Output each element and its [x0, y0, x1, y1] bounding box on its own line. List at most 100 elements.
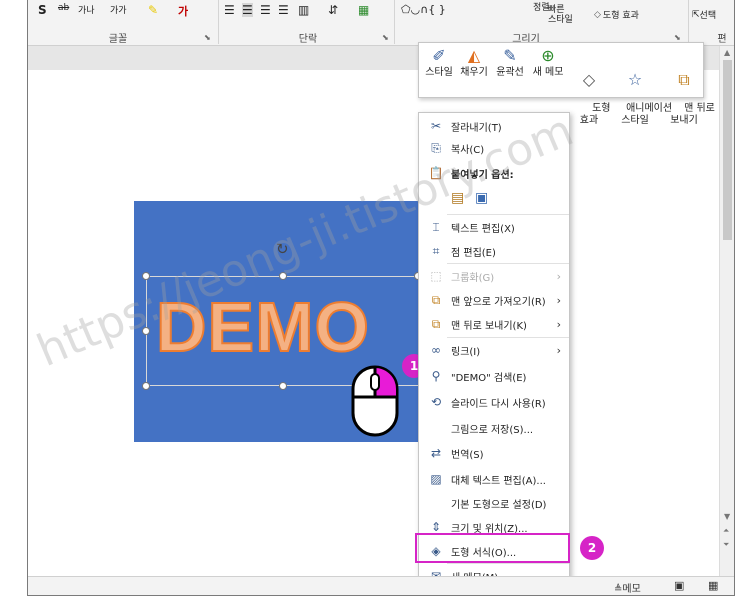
send-to-back-button[interactable]: ⧉ 맨 뒤로 보내기	[665, 45, 715, 139]
new-comment-icon: ⊕	[541, 46, 555, 65]
mouse-icon	[351, 365, 399, 437]
group-separator	[688, 0, 689, 44]
menu-item-search[interactable]: ⚲ "DEMO" 검색(E)	[419, 366, 569, 386]
menu-item-label: 번역(S)	[451, 449, 484, 461]
justify-icon[interactable]: ☰	[278, 3, 289, 17]
shapes-gallery-icon[interactable]: ⬠◡∩{ }	[401, 3, 446, 16]
menu-item-translate[interactable]: ⇄ 번역(S)	[419, 443, 569, 463]
animation-styles-button[interactable]: ☆ 애니메이션 스타일	[607, 45, 672, 139]
new-comment-label: 새 메모	[532, 67, 564, 78]
menu-item-edit-text[interactable]: ⌶ 텍스트 편집(X)	[419, 217, 569, 237]
menu-item-bring-to-front[interactable]: ⧉ 맨 앞으로 가져오기(R) ›	[419, 290, 569, 310]
menu-item-label: 링크(I)	[451, 346, 481, 358]
link-icon: ∞	[431, 343, 441, 357]
font-color-button[interactable]: 가	[178, 3, 188, 19]
resize-handle[interactable]	[279, 272, 287, 280]
scissors-icon: ✂	[430, 119, 442, 133]
columns-icon[interactable]: ▥	[298, 3, 309, 17]
animation-icon: ☆	[627, 70, 643, 89]
menu-item-edit-alt-text[interactable]: ▨ 대체 텍스트 편집(A)...	[419, 469, 569, 489]
menu-separator	[447, 214, 569, 215]
menu-item-label: 기본 도형으로 설정(D)	[451, 499, 547, 511]
shape-effects-button[interactable]: ◇ 도형 효과	[594, 8, 639, 22]
text-direction-icon[interactable]: ⇵	[328, 3, 338, 17]
select-button[interactable]: ⇱ 선택	[692, 8, 717, 22]
menu-item-save-as-picture[interactable]: 그림으로 저장(S)...	[419, 418, 569, 438]
normal-view-icon[interactable]: ▣	[674, 579, 684, 592]
shape-effects-button[interactable]: ◇ 도형 효과	[573, 45, 611, 139]
submenu-arrow-icon: ›	[556, 269, 561, 283]
menu-item-link[interactable]: ∞ 링크(I) ›	[419, 340, 569, 360]
new-comment-button[interactable]: ⊕ 새 메모	[531, 45, 565, 79]
send-back-icon: ⧉	[678, 70, 690, 89]
style-button[interactable]: ✐ 스타일	[423, 45, 455, 79]
powerpoint-window: S ab 가나 가가 ✎ 가 ☰ ☰ ☰ ☰ ▥ ⇵ ▦ ⬠◡∩{ } 정렬 빠…	[27, 0, 735, 596]
strike-button[interactable]: ab	[58, 3, 69, 13]
rotate-handle-icon[interactable]: ↻	[276, 240, 289, 258]
outline-label: 윤곽선	[496, 67, 524, 78]
menu-separator	[447, 563, 569, 564]
notes-button[interactable]: ≜메모	[614, 580, 641, 595]
scroll-down-icon[interactable]: ▼	[724, 512, 730, 521]
menu-item-label: 맨 뒤로 보내기(K)	[451, 320, 527, 332]
change-case-button[interactable]: 가가	[110, 3, 127, 16]
ribbon: S ab 가나 가가 ✎ 가 ☰ ☰ ☰ ☰ ▥ ⇵ ▦ ⬠◡∩{ } 정렬 빠…	[28, 0, 734, 46]
align-left-icon[interactable]: ☰	[224, 3, 235, 17]
menu-separator	[447, 337, 569, 338]
scroll-up-icon[interactable]: ▲	[724, 48, 730, 57]
scrollbar-thumb[interactable]	[723, 60, 732, 240]
notes-label: 메모	[622, 584, 641, 595]
strikethrough-button[interactable]: S	[38, 3, 47, 17]
resize-handle[interactable]	[142, 382, 150, 390]
resize-handle[interactable]	[279, 382, 287, 390]
next-slide-icon[interactable]: ⏷	[723, 540, 729, 550]
fill-label: 채우기	[460, 67, 488, 78]
outline-button[interactable]: ✎ 윤곽선	[493, 45, 527, 79]
shape-effect-label: 도형 효과	[602, 11, 639, 21]
vertical-scrollbar[interactable]: ▲ ▼ ⏶ ⏷	[719, 46, 734, 576]
bring-front-icon: ⧉	[431, 292, 441, 307]
smartart-icon[interactable]: ▦	[358, 3, 369, 17]
highlight-icon[interactable]: ✎	[148, 3, 158, 17]
resize-handle[interactable]	[142, 327, 150, 335]
paste-keep-source-icon[interactable]: ▤	[451, 190, 464, 206]
font-dialog-launcher-icon[interactable]: ⬊	[204, 33, 211, 42]
demo-wordart-text[interactable]: DEMO	[155, 291, 370, 363]
fill-button[interactable]: ◭ 채우기	[457, 45, 491, 79]
prev-slide-icon[interactable]: ⏶	[723, 526, 729, 536]
menu-item-send-to-back[interactable]: ⧉ 맨 뒤로 보내기(K) ›	[419, 314, 569, 334]
reuse-slides-icon: ⟲	[430, 395, 442, 409]
menu-item-cut[interactable]: ✂ 잘라내기(T)	[419, 116, 569, 136]
resize-handle[interactable]	[142, 272, 150, 280]
char-spacing-button[interactable]: 가나	[78, 3, 95, 16]
step-badge-2: 2	[580, 536, 604, 560]
status-bar: ≜메모 ▣ ▦	[28, 576, 734, 595]
drawing-dialog-launcher-icon[interactable]: ⬊	[674, 33, 681, 42]
align-right-icon[interactable]: ☰	[260, 3, 271, 17]
menu-item-group: ⬚ 그룹화(G) ›	[419, 266, 569, 286]
alt-text-icon: ▨	[430, 472, 442, 486]
align-center-icon[interactable]: ☰	[242, 3, 253, 17]
style-label: 스타일	[425, 67, 453, 78]
copy-icon: ⎘	[431, 140, 441, 155]
slide-sorter-icon[interactable]: ▦	[708, 579, 718, 592]
menu-item-paste-options: 📋 붙여넣기 옵션:	[419, 163, 569, 183]
menu-item-label: 복사(C)	[451, 144, 485, 156]
group-separator	[218, 0, 219, 44]
paste-picture-icon[interactable]: ▣	[475, 190, 488, 206]
select-icon: ⇱	[692, 9, 700, 20]
menu-item-label: 대체 텍스트 편집(A)...	[451, 475, 546, 487]
search-icon: ⚲	[431, 369, 441, 383]
select-label: 선택	[699, 11, 717, 21]
menu-item-label: 텍스트 편집(X)	[451, 223, 515, 235]
submenu-arrow-icon: ›	[556, 317, 561, 331]
menu-item-copy[interactable]: ⎘ 복사(C)	[419, 138, 569, 158]
paragraph-dialog-launcher-icon[interactable]: ⬊	[382, 33, 389, 42]
quick-styles-button[interactable]: 빠른 스타일	[548, 5, 573, 25]
menu-item-edit-points[interactable]: ⌗ 점 편집(E)	[419, 241, 569, 261]
submenu-arrow-icon: ›	[556, 343, 561, 357]
menu-item-label: 맨 앞으로 가져오기(R)	[451, 296, 546, 308]
menu-item-set-default-shape[interactable]: 기본 도형으로 설정(D)	[419, 493, 569, 513]
context-menu: ✂ 잘라내기(T) ⎘ 복사(C) 📋 붙여넣기 옵션: ▤ ▣ ⌶ 텍스트 편…	[418, 112, 570, 586]
menu-item-reuse-slides[interactable]: ⟲ 슬라이드 다시 사용(R)	[419, 392, 569, 412]
